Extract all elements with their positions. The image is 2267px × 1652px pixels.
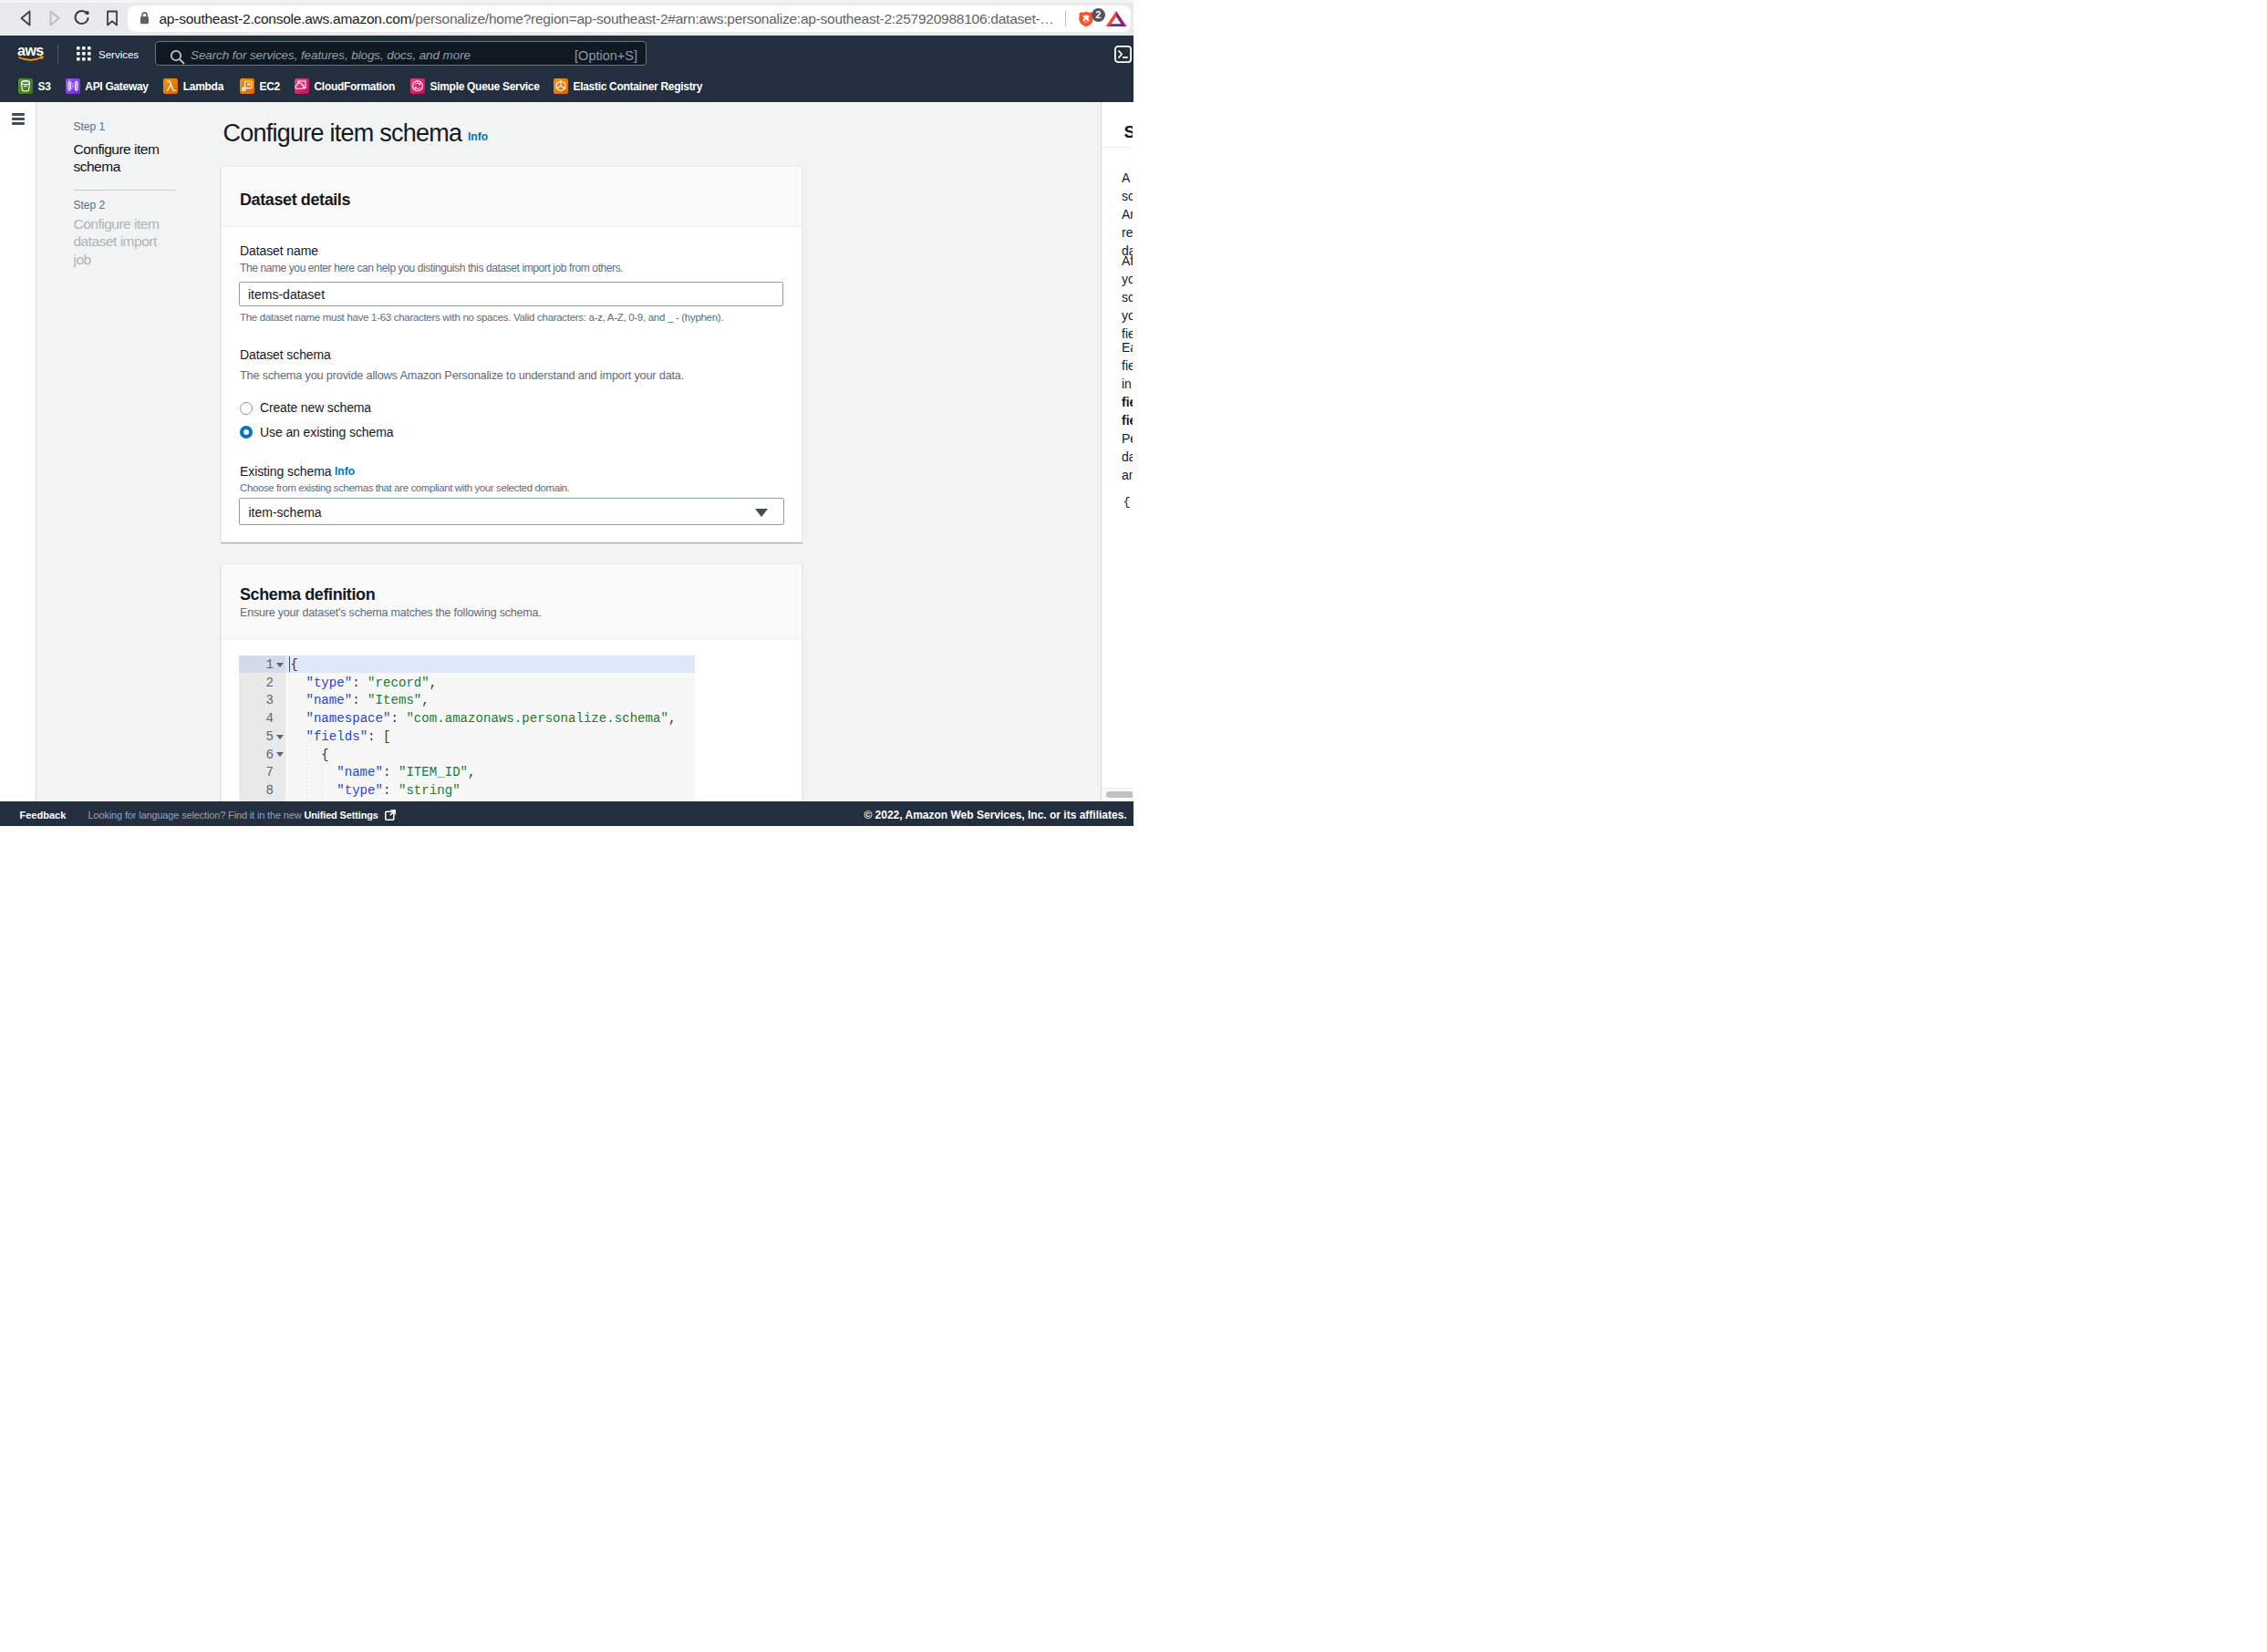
svg-text:aws: aws: [17, 43, 44, 58]
